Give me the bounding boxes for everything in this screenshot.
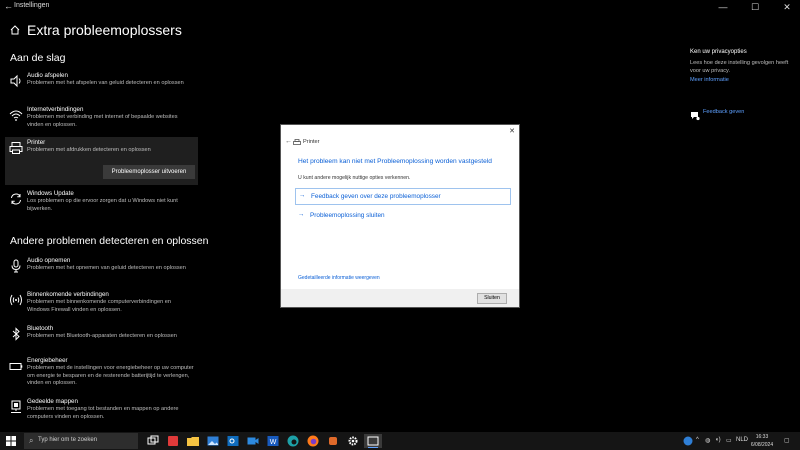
maximize-button[interactable]: ☐ — [742, 0, 768, 14]
refresh-icon — [11, 193, 21, 205]
minimize-button[interactable]: — — [710, 0, 736, 14]
speaker-icon — [10, 74, 21, 88]
privacy-panel: Ken uw privacyopties Lees hoe deze inste… — [690, 49, 790, 83]
dialog-heading: Het probleem kan niet met Probleemoploss… — [298, 158, 492, 165]
section-get-going: Aan de slag — [10, 52, 66, 64]
system-clock[interactable]: 16:33 6/08/2024 — [750, 433, 774, 449]
troubleshooter-name: Binnenkomende verbindingen — [27, 291, 109, 298]
dialog-close-button[interactable]: Sluiten — [477, 293, 507, 304]
microphone-icon — [11, 259, 21, 273]
troubleshooter-desc: Problemen met de instellingen voor energ… — [27, 365, 194, 387]
close-troubleshooter-option[interactable]: → Probleemoplossing sluiten — [295, 208, 511, 225]
troubleshooter-printer[interactable]: Printer Problemen met afdrukken detecter… — [5, 137, 198, 185]
search-icon: ⌕ — [29, 436, 34, 445]
volume-icon[interactable]: ◖) — [715, 437, 721, 443]
troubleshooter-name: Gedeelde mappen — [27, 398, 78, 405]
more-info-link[interactable]: Meer informatie — [690, 77, 790, 83]
task-view-icon[interactable] — [146, 434, 160, 448]
feedback-label: Feedback geven — [703, 109, 745, 115]
shared-folder-icon — [11, 400, 21, 413]
run-troubleshooter-button[interactable]: Probleemoplosser uitvoeren — [103, 165, 195, 179]
edge-icon[interactable] — [286, 434, 300, 448]
taskbar: ⌕ Typ hier om te zoeken W ^ ◍ ◖) ▭ NLD 1… — [0, 432, 800, 450]
battery-tray-icon[interactable]: ▭ — [726, 437, 732, 444]
troubleshooter-windows-update[interactable]: Windows Update Los problemen op die ervo… — [5, 188, 198, 222]
notification-icon[interactable]: ▢ — [784, 437, 790, 444]
option-label: Feedback geven over deze probleemoplosse… — [311, 193, 441, 200]
photos-icon[interactable] — [206, 434, 220, 448]
show-details-link[interactable]: Gedetailleerde informatie weergeven — [298, 275, 380, 281]
window-title: Instellingen — [14, 2, 50, 9]
troubleshooter-desc: Problemen met Bluetooth-apparaten detect… — [27, 333, 177, 339]
dialog-title: Printer — [303, 139, 320, 145]
troubleshooter-desc: Problemen met binnenkomende computerverb… — [27, 299, 171, 313]
troubleshooter-name: Energiebeheer — [27, 357, 68, 364]
settings-gear-icon[interactable] — [346, 434, 360, 448]
troubleshooter-audio-recording[interactable]: Audio opnemen Problemen met het opnemen … — [5, 255, 198, 289]
arrow-right-icon: → — [299, 192, 306, 199]
back-arrow-icon[interactable]: ← — [4, 1, 13, 11]
troubleshooter-name: Bluetooth — [27, 325, 54, 332]
troubleshooter-power[interactable]: Energiebeheer Problemen met de instellin… — [5, 355, 198, 395]
file-explorer-icon[interactable] — [186, 434, 200, 448]
troubleshooter-shared-folders[interactable]: Gedeelde mappen Problemen met toegang to… — [5, 396, 198, 428]
troubleshooter-bluetooth[interactable]: Bluetooth Problemen met Bluetooth-appara… — [5, 323, 198, 353]
app-icon-red[interactable] — [166, 434, 180, 448]
signal-icon — [10, 294, 22, 306]
feedback-icon — [691, 112, 700, 121]
language-indicator[interactable]: NLD — [736, 437, 748, 443]
troubleshooter-name: Printer — [27, 139, 46, 146]
dialog-back-icon[interactable]: ← — [285, 138, 292, 145]
page-title: Extra probleemoplossers — [27, 22, 182, 38]
bluetooth-icon — [12, 327, 20, 341]
search-placeholder: Typ hier om te zoeken — [38, 437, 98, 443]
feedback-link[interactable]: Feedback geven — [690, 108, 744, 126]
dialog-footer: Sluiten — [281, 289, 519, 307]
windows-start-icon[interactable] — [6, 436, 16, 446]
arrow-right-icon: → — [298, 211, 305, 218]
outlook-icon[interactable] — [226, 434, 240, 448]
privacy-text: Lees hoe deze instelling gevolgen heeft … — [690, 60, 789, 74]
troubleshooter-name: Audio opnemen — [27, 257, 71, 264]
troubleshooter-name: Internetverbindingen — [27, 106, 84, 113]
section-other-problems: Andere problemen detecteren en oplossen — [10, 235, 209, 247]
network-icon[interactable]: ◍ — [705, 437, 710, 444]
close-window-button[interactable]: ✕ — [774, 0, 800, 14]
word-icon[interactable]: W — [266, 434, 280, 448]
troubleshooter-internet[interactable]: Internetverbindingen Problemen met verbi… — [5, 104, 198, 138]
privacy-heading: Ken uw privacyopties — [690, 49, 747, 55]
user-avatar-icon[interactable] — [683, 436, 693, 446]
dialog-subtext: U kunt andere mogelijk nuttige opties ve… — [298, 175, 411, 181]
troubleshooter-desc: Problemen met het afspelen van geluid de… — [27, 80, 184, 86]
troubleshooter-desc: Problemen met afdrukken detecteren en op… — [27, 147, 151, 153]
troubleshooter-dialog: ✕ ← Printer Het probleem kan niet met Pr… — [281, 125, 519, 307]
home-icon[interactable] — [10, 25, 20, 35]
troubleshooter-audio-playback[interactable]: Audio afspelen Problemen met het afspele… — [5, 70, 198, 104]
printer-icon — [9, 142, 23, 154]
firefox-icon[interactable] — [306, 434, 320, 448]
option-label: Probleemoplossing sluiten — [310, 212, 385, 219]
title-bar: ← Instellingen — ☐ ✕ — [0, 0, 800, 14]
chevron-up-icon[interactable]: ^ — [696, 437, 699, 443]
app-icon-orange[interactable] — [326, 434, 340, 448]
dialog-close-icon[interactable]: ✕ — [509, 127, 515, 135]
taskbar-search[interactable]: ⌕ Typ hier om te zoeken — [24, 433, 138, 449]
give-feedback-option[interactable]: → Feedback geven over deze probleemoplos… — [295, 188, 511, 205]
clock-date: 6/08/2024 — [750, 442, 774, 448]
troubleshooter-incoming-connections[interactable]: Binnenkomende verbindingen Problemen met… — [5, 289, 198, 323]
troubleshooter-app-icon[interactable] — [364, 434, 382, 448]
svg-text:W: W — [270, 439, 277, 446]
troubleshooter-desc: Problemen met het opnemen van geluid det… — [27, 265, 186, 271]
wifi-icon — [9, 110, 23, 121]
troubleshooter-name: Audio afspelen — [27, 72, 68, 79]
troubleshooter-name: Windows Update — [27, 190, 74, 197]
troubleshooter-desc: Los problemen op die ervoor zorgen dat u… — [27, 198, 178, 212]
troubleshooter-desc: Problemen met verbinding met internet of… — [27, 114, 178, 128]
printer-icon — [293, 139, 301, 145]
troubleshooter-desc: Problemen met toegang tot bestanden en m… — [27, 406, 179, 420]
clock-time: 16:33 — [755, 434, 769, 440]
video-icon[interactable] — [246, 434, 260, 448]
battery-icon — [9, 363, 23, 370]
